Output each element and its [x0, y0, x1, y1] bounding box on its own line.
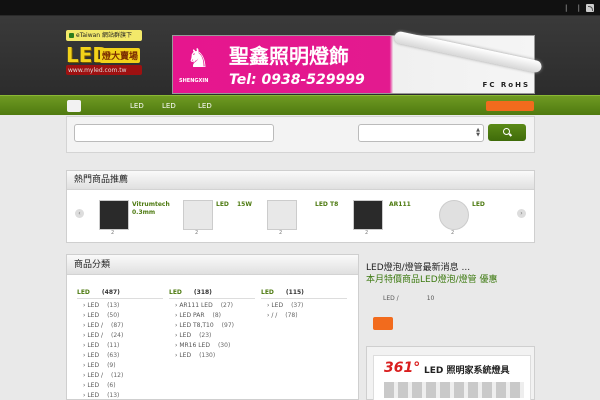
- search-input[interactable]: [74, 124, 274, 142]
- list-item[interactable]: › LED (63): [77, 352, 163, 362]
- home-icon[interactable]: [67, 100, 81, 112]
- nav-item-2[interactable]: LED: [162, 102, 176, 110]
- lion-logo-icon: ♞: [186, 44, 210, 74]
- product-item[interactable]: AR111 2: [353, 200, 433, 236]
- ad-inner[interactable]: 361° LED 照明家系統燈具: [373, 355, 531, 400]
- banner-tel: Tel: 0938-529999: [229, 72, 365, 88]
- list-item[interactable]: › LED (50): [77, 312, 163, 322]
- list-item[interactable]: › LED (23): [169, 332, 255, 342]
- side-ad[interactable]: 361° LED 照明家系統燈具: [366, 346, 535, 400]
- header-banner-ad[interactable]: ♞ SHENGXIN 聖鑫照明燈飾 Tel: 0938-529999 FC Ro…: [172, 30, 543, 94]
- category-header[interactable]: LED (318): [169, 289, 255, 299]
- product-item[interactable]: LED 2: [439, 200, 519, 236]
- product-thumb[interactable]: [183, 200, 213, 230]
- search-button[interactable]: [488, 124, 526, 141]
- top-bar: | |: [0, 0, 600, 16]
- product-item[interactable]: LED T8 2: [267, 200, 347, 236]
- select-arrow-icon: ▲ ▼: [476, 127, 480, 138]
- list-item[interactable]: › LED (13): [77, 392, 163, 400]
- led-tube-image: [393, 30, 543, 74]
- product-thumb[interactable]: [267, 200, 297, 230]
- product-thumb[interactable]: [439, 200, 469, 230]
- search-icon: [503, 128, 510, 135]
- product-thumb[interactable]: [353, 200, 383, 230]
- category-column: LED (487) › LED (13) › LED (50) › LED / (87)…: [77, 289, 163, 400]
- nav-item-1[interactable]: LED: [130, 102, 144, 110]
- main-nav: LED LED LED: [0, 95, 600, 115]
- news-line[interactable]: LED /10: [366, 295, 534, 302]
- popular-title: 熱門商品推薦: [67, 171, 534, 190]
- category-column: LED (115) › LED (37) › / / (78): [261, 289, 347, 322]
- product-item[interactable]: Vitrumtech 0.3mm 2: [99, 200, 179, 236]
- category-header[interactable]: LED (115): [261, 289, 347, 299]
- lamps-image: [384, 382, 524, 398]
- news-panel: LED燈泡/燈管最新消息 ... 本月特價商品LED燈泡/燈管 優惠 LED /…: [366, 262, 534, 340]
- popular-products: 熱門商品推薦 ‹ › Vitrumtech 0.3mm 2 LED 15W 2 …: [66, 170, 535, 243]
- list-item[interactable]: › LED / (12): [77, 372, 163, 382]
- ad-brand: 361°: [384, 360, 421, 376]
- carousel-prev-icon[interactable]: ‹: [75, 209, 84, 218]
- list-item[interactable]: › LED (9): [77, 362, 163, 372]
- list-item[interactable]: › LED / (24): [77, 332, 163, 342]
- banner-certs: FC RoHS: [482, 81, 530, 89]
- site-group-tag[interactable]: eTaiwan 網站群旗下: [66, 30, 142, 41]
- logo-url: www.myled.com.tw: [68, 67, 127, 74]
- banner-brand: SHENGXIN: [179, 78, 209, 84]
- product-thumb[interactable]: [99, 200, 129, 230]
- category-select[interactable]: ▲ ▼: [358, 124, 484, 142]
- rss-icon[interactable]: [586, 4, 594, 12]
- product-item[interactable]: LED 15W 2: [183, 200, 263, 236]
- category-header[interactable]: LED (487): [77, 289, 163, 299]
- list-item[interactable]: › MR16 LED (30): [169, 342, 255, 352]
- news-orange-button[interactable]: [373, 317, 393, 330]
- news-title[interactable]: LED燈泡/燈管最新消息 ...: [366, 262, 534, 274]
- list-item[interactable]: › LED / (87): [77, 322, 163, 332]
- search-bar: ▲ ▼: [66, 116, 535, 153]
- ad-text: LED 照明家系統燈具: [424, 366, 510, 376]
- category-box: 商品分類 LED (487) › LED (13) › LED (50) › LED …: [66, 254, 359, 400]
- list-item[interactable]: › LED (6): [77, 382, 163, 392]
- list-item[interactable]: › LED PAR (8): [169, 312, 255, 322]
- site-logo[interactable]: LED 燈大賣場: [66, 44, 142, 66]
- list-item[interactable]: › / / (78): [261, 312, 347, 322]
- etaiwan-icon: [69, 33, 74, 38]
- category-column: LED (318) › AR111 LED (27) › LED PAR (8) › …: [169, 289, 255, 362]
- list-item[interactable]: › LED (130): [169, 352, 255, 362]
- list-item[interactable]: › LED (13): [77, 302, 163, 312]
- nav-item-3[interactable]: LED: [198, 102, 212, 110]
- list-item[interactable]: › LED (11): [77, 342, 163, 352]
- category-title: 商品分類: [67, 255, 358, 275]
- list-item[interactable]: › LED (37): [261, 302, 347, 312]
- header: eTaiwan 網站群旗下 LED 燈大賣場 www.myled.com.tw …: [0, 16, 600, 95]
- list-item[interactable]: › AR111 LED (27): [169, 302, 255, 312]
- top-links[interactable]: | |: [565, 4, 584, 12]
- news-link[interactable]: 本月特價商品LED燈泡/燈管 優惠: [366, 274, 534, 287]
- banner-title: 聖鑫照明燈飾: [229, 44, 349, 68]
- list-item[interactable]: › LED T8,T10 (97): [169, 322, 255, 332]
- logo-cn: 燈大賣場: [100, 48, 141, 63]
- nav-orange-button[interactable]: [486, 101, 534, 111]
